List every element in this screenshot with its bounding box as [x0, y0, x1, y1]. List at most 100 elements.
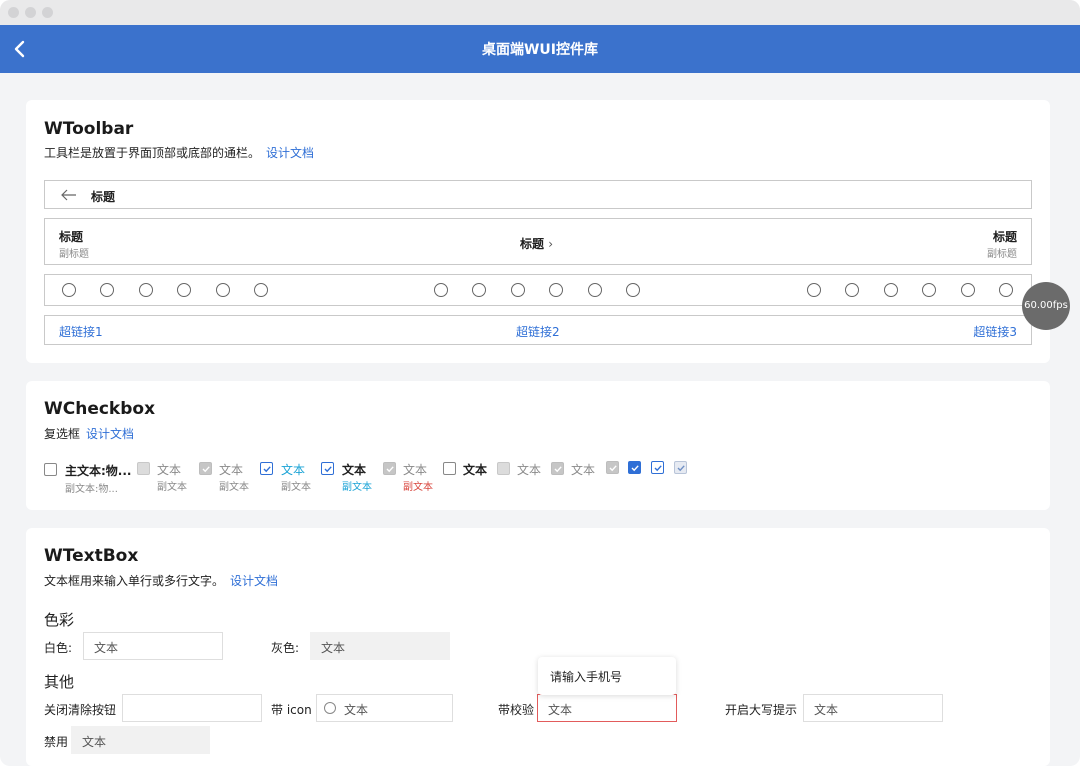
icon-textbox[interactable]: 文本: [316, 694, 453, 722]
circle-icon[interactable]: [626, 283, 640, 297]
disabled-textbox: 文本: [71, 726, 210, 754]
app-window: 桌面端WUI控件库 WToolbar 工具栏是放置于界面顶部或底部的通栏。设计文…: [0, 0, 1080, 766]
circle-icon[interactable]: [884, 283, 898, 297]
card-title: WToolbar: [44, 119, 133, 139]
checkbox-disabled-checked[interactable]: [551, 462, 564, 475]
checkbox-label: 文本: [463, 461, 487, 478]
checkbox-disabled-checked[interactable]: [199, 462, 212, 475]
checkbox-label: 文本: [281, 461, 305, 478]
checkbox-label: 主文本:物...: [65, 462, 131, 479]
circle-icon[interactable]: [254, 283, 268, 297]
checkbox-sublabel: 副文本: [403, 478, 433, 493]
checkbox-sublabel: 副文本: [219, 478, 249, 493]
circle-icon[interactable]: [845, 283, 859, 297]
icon-textbox-value: 文本: [344, 703, 368, 717]
chevron-right-icon: ›: [548, 237, 553, 251]
checkbox-checked[interactable]: [321, 462, 334, 475]
top-nav-bar: 桌面端WUI控件库: [0, 25, 1080, 73]
left-title: 标题: [59, 228, 83, 245]
checkbox-label: 文本: [571, 461, 595, 478]
checkbox-label: 文本: [517, 461, 541, 478]
zoom-window-dot[interactable]: [42, 7, 53, 18]
card-title: WTextBox: [44, 546, 138, 566]
card-description: 复选框设计文档: [44, 425, 134, 442]
fps-indicator: 60.00fps: [1022, 282, 1070, 330]
checkbox-checked[interactable]: [260, 462, 273, 475]
hyperlink-3[interactable]: 超链接3: [973, 323, 1017, 340]
no-clear-textbox[interactable]: [122, 694, 262, 722]
field-label: 开启大写提示: [725, 701, 797, 718]
checkbox-label: 文本: [219, 461, 243, 478]
circle-icon[interactable]: [100, 283, 114, 297]
right-title: 标题: [993, 228, 1017, 245]
circle-icon[interactable]: [139, 283, 153, 297]
checkbox-disabled-checked[interactable]: [383, 462, 396, 475]
field-label: 带 icon: [271, 701, 312, 718]
checkbox-label: 文本: [157, 461, 181, 478]
circle-icon[interactable]: [62, 283, 76, 297]
toolbar-title: 标题: [91, 188, 115, 205]
hyperlink-2[interactable]: 超链接2: [516, 323, 560, 340]
toolbar-demo-back: 标题: [44, 180, 1032, 209]
page-title: 桌面端WUI控件库: [0, 39, 1080, 59]
validation-tooltip: 请输入手机号: [538, 657, 676, 695]
toolbar-demo-icons: [44, 274, 1032, 306]
doc-link[interactable]: 设计文档: [266, 146, 314, 160]
circle-icon[interactable]: [434, 283, 448, 297]
close-window-dot[interactable]: [8, 7, 19, 18]
white-textbox[interactable]: 文本: [83, 632, 223, 660]
checkbox-sublabel: 副文本: [281, 478, 311, 493]
field-label: 白色:: [44, 639, 72, 656]
field-label: 禁用: [44, 733, 68, 750]
card-title: WCheckbox: [44, 399, 155, 419]
description-text: 工具栏是放置于界面顶部或底部的通栏。: [44, 146, 260, 160]
checkbox-label: 文本: [342, 461, 366, 478]
circle-icon[interactable]: [807, 283, 821, 297]
checkbox-label: 文本: [403, 461, 427, 478]
caps-hint-textbox[interactable]: 文本: [803, 694, 943, 722]
checkbox-sublabel: 副文本:物...: [65, 480, 118, 495]
window-titlebar: [0, 0, 1080, 25]
doc-link[interactable]: 设计文档: [86, 427, 134, 441]
minimize-window-dot[interactable]: [25, 7, 36, 18]
center-title[interactable]: 标题 ›: [520, 235, 553, 252]
checkbox-unchecked[interactable]: [443, 462, 456, 475]
circle-icon[interactable]: [999, 283, 1013, 297]
section-label-other: 其他: [44, 671, 74, 692]
validation-textbox[interactable]: 文本: [537, 694, 677, 722]
card-description: 文本框用来输入单行或多行文字。设计文档: [44, 572, 278, 589]
circle-icon[interactable]: [961, 283, 975, 297]
doc-link[interactable]: 设计文档: [230, 574, 278, 588]
circle-icon[interactable]: [588, 283, 602, 297]
circle-icon[interactable]: [511, 283, 525, 297]
toolbar-demo-titles: 标题 副标题 标题 › 标题 副标题: [44, 218, 1032, 265]
toolbar-card: WToolbar 工具栏是放置于界面顶部或底部的通栏。设计文档 标题 标题 副标…: [26, 100, 1050, 363]
grey-textbox[interactable]: 文本: [310, 632, 450, 660]
circle-icon[interactable]: [472, 283, 486, 297]
hyperlink-1[interactable]: 超链接1: [59, 323, 103, 340]
circle-icon[interactable]: [216, 283, 230, 297]
right-subtitle: 副标题: [987, 245, 1017, 260]
circle-icon[interactable]: [549, 283, 563, 297]
circle-icon[interactable]: [177, 283, 191, 297]
checkbox-card: WCheckbox 复选框设计文档 主文本:物... 副文本:物... 文本 副…: [26, 381, 1050, 510]
card-description: 工具栏是放置于界面顶部或底部的通栏。设计文档: [44, 144, 314, 161]
circle-icon[interactable]: [922, 283, 936, 297]
checkbox-unchecked[interactable]: [44, 463, 57, 476]
checkbox-sublabel: 副文本: [342, 478, 372, 493]
checkbox-checked-disabled[interactable]: [674, 461, 687, 474]
center-title-text: 标题: [520, 237, 544, 251]
checkbox-disabled[interactable]: [497, 462, 510, 475]
field-label: 灰色:: [271, 639, 299, 656]
left-subtitle: 副标题: [59, 245, 89, 260]
description-text: 文本框用来输入单行或多行文字。: [44, 574, 224, 588]
circle-icon: [324, 702, 336, 714]
checkbox-disabled-checked[interactable]: [606, 461, 619, 474]
checkbox-checked[interactable]: [651, 461, 664, 474]
description-text: 复选框: [44, 427, 80, 441]
checkbox-checked[interactable]: [628, 461, 641, 474]
arrow-left-icon[interactable]: [60, 188, 78, 202]
checkbox-disabled[interactable]: [137, 462, 150, 475]
toolbar-demo-links: 超链接1 超链接2 超链接3: [44, 315, 1032, 345]
section-label-color: 色彩: [44, 609, 74, 630]
